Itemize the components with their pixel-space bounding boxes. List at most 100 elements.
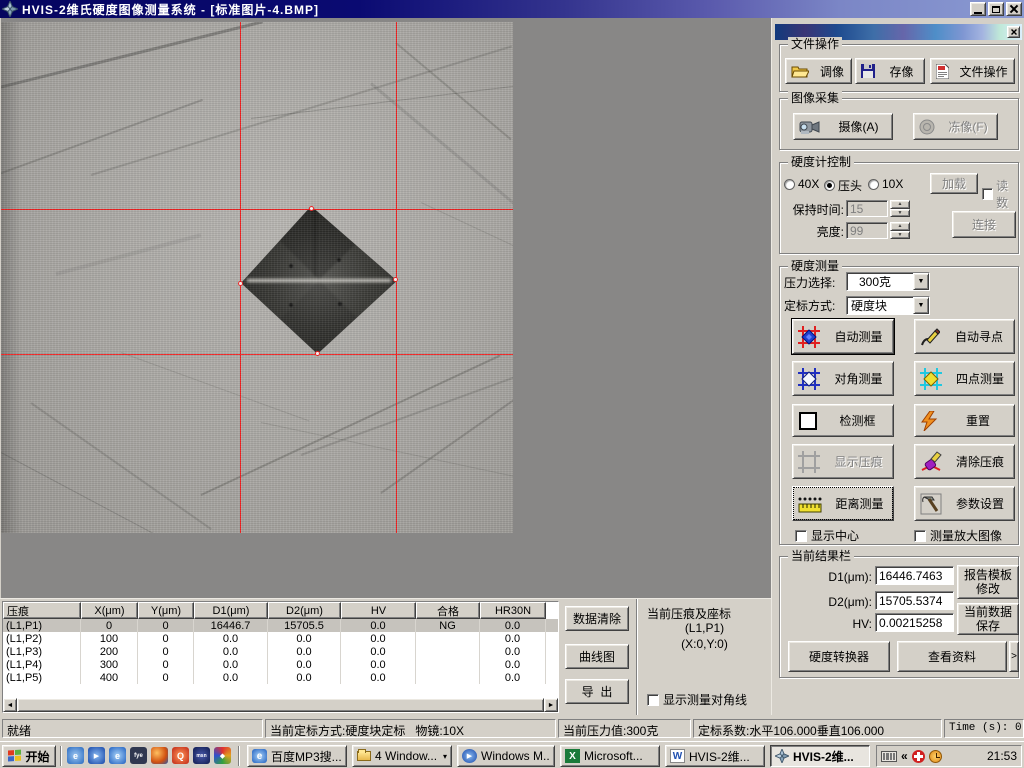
- chevron-down-icon[interactable]: ▼: [913, 273, 929, 290]
- scroll-right-icon[interactable]: ►: [544, 698, 558, 712]
- table-row[interactable]: (L1,P1)0016446.715705.50.0NG0.0: [3, 619, 558, 632]
- read-checkbox[interactable]: 读数: [982, 177, 1018, 211]
- col-header[interactable]: HV: [341, 602, 416, 619]
- crosshair-v-right[interactable]: [396, 22, 397, 533]
- col-header[interactable]: 压痕: [3, 602, 81, 619]
- radio-10x[interactable]: 10X: [868, 177, 903, 191]
- radio-40x[interactable]: 40X: [784, 177, 819, 191]
- taskbar-task-hvis[interactable]: HVIS-2维...: [770, 745, 870, 767]
- table-row[interactable]: (L1,P5)40000.00.00.00.0: [3, 671, 558, 684]
- view-data-button[interactable]: 查看资料: [897, 641, 1007, 672]
- col-header[interactable]: X(μm): [81, 602, 138, 619]
- pressure-select[interactable]: 300克 ▼: [846, 272, 930, 291]
- parameter-settings-button[interactable]: 参数设置: [914, 486, 1015, 521]
- collapse-chevron-icon[interactable]: «: [901, 749, 908, 763]
- scroll-left-icon[interactable]: ◄: [3, 698, 17, 712]
- restore-button[interactable]: [988, 2, 1004, 16]
- hardness-converter-button[interactable]: 硬度转换器: [788, 641, 890, 672]
- taskbar-task-excel[interactable]: X Microsoft...: [560, 745, 660, 767]
- show-center-checkbox[interactable]: 显示中心: [795, 527, 859, 544]
- col-header[interactable]: HR30N: [480, 602, 546, 619]
- brightness-field[interactable]: 99: [846, 222, 888, 239]
- clear-indent-button[interactable]: 清除压痕: [914, 444, 1015, 479]
- q-app-icon[interactable]: Q: [172, 747, 189, 764]
- clock-icon[interactable]: [929, 750, 942, 763]
- four-point-measure-button[interactable]: 四点测量: [914, 361, 1015, 396]
- col-header[interactable]: Y(μm): [138, 602, 194, 619]
- panel-close-button[interactable]: [1007, 26, 1020, 38]
- connect-button[interactable]: 连接: [952, 211, 1016, 238]
- radio-indenter[interactable]: 压头: [824, 177, 862, 194]
- hold-time-spinner[interactable]: ▲▼: [890, 200, 910, 217]
- file-operations-button[interactable]: 文件操作: [930, 58, 1015, 84]
- hold-time-field[interactable]: 15: [846, 200, 888, 217]
- report-template-button[interactable]: 报告模板修改: [957, 565, 1019, 599]
- keyboard-icon[interactable]: [881, 751, 897, 762]
- table-h-scrollbar[interactable]: ◄ ►: [3, 698, 558, 712]
- scratch: [370, 82, 513, 206]
- col-header[interactable]: D2(μm): [268, 602, 341, 619]
- taskbar-task-wmp[interactable]: ▶ Windows M...: [457, 745, 555, 767]
- detect-box-button[interactable]: 检测框: [792, 404, 894, 437]
- taskbar-task-baidu[interactable]: e 百度MP3搜...: [247, 745, 347, 767]
- table-header[interactable]: 压痕 X(μm) Y(μm) D1(μm) D2(μm) HV 合格 HR30N: [3, 602, 558, 619]
- crosshair-v-left[interactable]: [240, 22, 241, 533]
- more-button[interactable]: >: [1009, 641, 1019, 672]
- crosshair-h-top[interactable]: [1, 209, 513, 210]
- spin-up-icon[interactable]: ▲: [890, 200, 910, 209]
- zoom-measure-checkbox[interactable]: 测量放大图像: [914, 527, 1002, 544]
- spin-up-icon[interactable]: ▲: [890, 222, 910, 231]
- media-player-icon[interactable]: ▶: [88, 747, 105, 764]
- table-row[interactable]: (L1,P3)20000.00.00.00.0: [3, 645, 558, 658]
- spin-down-icon[interactable]: ▼: [890, 231, 910, 240]
- d2-field[interactable]: 15705.5374: [875, 591, 954, 610]
- show-indent-button[interactable]: 显示压痕: [792, 444, 894, 479]
- col-header[interactable]: 合格: [416, 602, 480, 619]
- start-button[interactable]: 开始: [2, 745, 56, 767]
- distance-measure-button[interactable]: 距离测量: [792, 486, 894, 521]
- vertex-marker-bottom[interactable]: [315, 351, 320, 356]
- vs-icon[interactable]: ◆: [214, 747, 231, 764]
- minimize-button[interactable]: [970, 2, 986, 16]
- d1-field[interactable]: 16446.7463: [875, 566, 954, 585]
- capture-button[interactable]: 摄像(A): [793, 113, 893, 140]
- msn-icon[interactable]: msn: [193, 747, 210, 764]
- save-current-data-button[interactable]: 当前数据保存: [957, 603, 1019, 635]
- tray-clock[interactable]: 21:53: [987, 749, 1017, 763]
- fye-icon[interactable]: fye: [130, 747, 147, 764]
- export-button[interactable]: 导 出: [565, 679, 629, 704]
- specimen-image[interactable]: [1, 22, 513, 533]
- taskbar-task-word[interactable]: W HVIS-2维...: [665, 745, 765, 767]
- save-image-button[interactable]: 存像: [855, 58, 925, 84]
- calibration-select[interactable]: 硬度块 ▼: [846, 296, 930, 315]
- spin-down-icon[interactable]: ▼: [890, 209, 910, 218]
- ie-icon[interactable]: e: [109, 747, 126, 764]
- diagonal-measure-button[interactable]: 对角测量: [792, 361, 894, 396]
- brightness-spinner[interactable]: ▲▼: [890, 222, 910, 239]
- close-button[interactable]: [1006, 2, 1022, 16]
- taskbar-task-windows-group[interactable]: 4 Window... ▾: [352, 745, 452, 767]
- hv-field[interactable]: 0.00215258: [875, 613, 954, 632]
- vertex-marker-top[interactable]: [309, 206, 314, 211]
- table-row[interactable]: (L1,P2)10000.00.00.00.0: [3, 632, 558, 645]
- sphere-icon[interactable]: [151, 747, 168, 764]
- vertex-marker-left[interactable]: [238, 281, 243, 286]
- load-button[interactable]: 加载: [930, 173, 978, 194]
- ie-doc-icon[interactable]: e: [67, 747, 84, 764]
- titlebar[interactable]: HVIS-2维氏硬度图像测量系统 - [标准图片-4.BMP]: [0, 0, 1024, 18]
- reset-button[interactable]: 重置: [914, 404, 1015, 437]
- auto-measure-button[interactable]: 自动测量: [792, 319, 894, 354]
- curve-chart-button[interactable]: 曲线图: [565, 644, 629, 669]
- vertex-marker-right[interactable]: [393, 277, 398, 282]
- open-image-button[interactable]: 调像: [785, 58, 852, 84]
- security-shield-icon[interactable]: [912, 750, 925, 763]
- show-diagonal-checkbox[interactable]: 显示测量对角线: [647, 691, 747, 708]
- crosshair-h-bottom[interactable]: [1, 354, 513, 355]
- chevron-down-icon[interactable]: ▼: [913, 297, 929, 314]
- scroll-thumb[interactable]: [17, 698, 544, 712]
- freeze-button[interactable]: 冻像(F): [913, 113, 998, 140]
- auto-find-button[interactable]: 自动寻点: [914, 319, 1015, 354]
- col-header[interactable]: D1(μm): [194, 602, 268, 619]
- table-row[interactable]: (L1,P4)30000.00.00.00.0: [3, 658, 558, 671]
- clear-data-button[interactable]: 数据清除: [565, 606, 629, 631]
